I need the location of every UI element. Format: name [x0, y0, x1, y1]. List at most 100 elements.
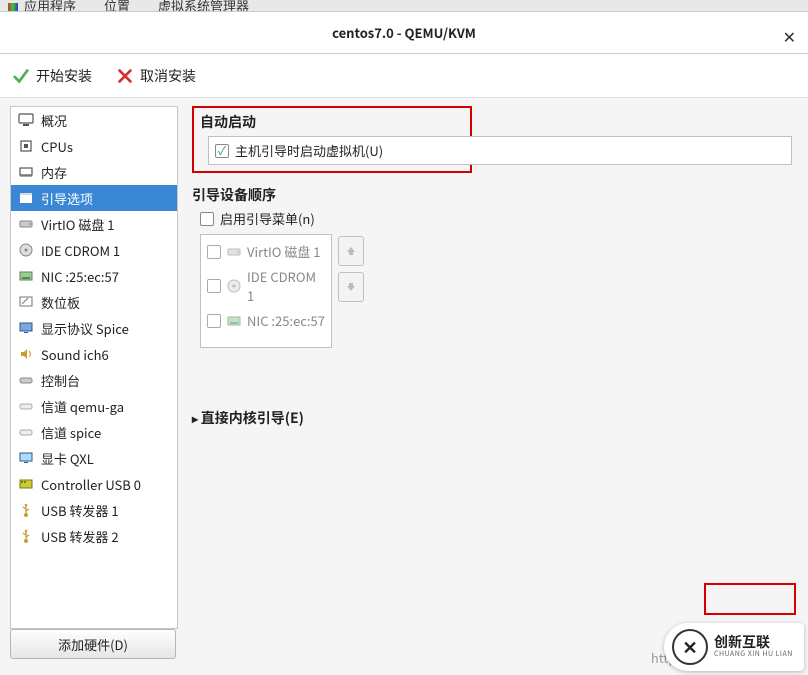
- boot-list-wrap: VirtIO 磁盘 1 IDE CDROM 1 NIC :25:ec:57: [200, 234, 794, 348]
- autostart-highlight: 自动启动 主机引导时启动虚拟机(U): [192, 106, 472, 173]
- sidebar-item-label: Controller USB 0: [41, 475, 141, 494]
- sidebar-item-5[interactable]: IDE CDROM 1: [11, 237, 177, 263]
- enable-boot-menu-row[interactable]: 启用引导菜单(n): [200, 209, 794, 228]
- sidebar-item-label: 显卡 QXL: [41, 449, 94, 468]
- sidebar-item-10[interactable]: 控制台: [11, 367, 177, 393]
- sidebar-item-label: 信道 qemu-ga: [41, 397, 124, 416]
- sidebar-item-3[interactable]: 引导选项: [11, 185, 177, 211]
- cancel-install-label: 取消安装: [140, 66, 196, 86]
- channel-icon: [17, 397, 35, 415]
- cdrom-icon: [225, 277, 243, 295]
- window-title-bar: centos7.0 - QEMU/KVM ✕: [0, 12, 808, 54]
- memory-icon: [17, 163, 35, 181]
- top-menu-bar: 应用程序 位置 虚拟系统管理器: [0, 0, 808, 12]
- autostart-label: 主机引导时启动虚拟机(U): [235, 141, 383, 160]
- sidebar-item-label: VirtIO 磁盘 1: [41, 215, 115, 234]
- disk-icon: [225, 243, 243, 261]
- usb-icon: [17, 501, 35, 519]
- sidebar-item-label: IDE CDROM 1: [41, 241, 120, 260]
- channel-icon: [17, 423, 35, 441]
- boot-item-0[interactable]: VirtIO 磁盘 1: [205, 239, 327, 264]
- enable-boot-menu-checkbox[interactable]: [200, 212, 214, 226]
- close-icon[interactable]: ✕: [783, 24, 796, 48]
- autostart-row[interactable]: 主机引导时启动虚拟机(U): [208, 136, 792, 165]
- boot-order-title: 引导设备顺序: [192, 185, 794, 205]
- disk-icon: [17, 215, 35, 233]
- boot-item-label: NIC :25:ec:57: [247, 311, 325, 330]
- tablet-icon: [17, 293, 35, 311]
- enable-boot-menu-label: 启用引导菜单(n): [220, 209, 315, 228]
- autostart-checkbox[interactable]: [215, 144, 229, 158]
- boot-item-2[interactable]: NIC :25:ec:57: [205, 308, 327, 333]
- direct-kernel-boot-expander[interactable]: 直接内核引导(E): [192, 408, 794, 428]
- main-area: 概况 CPUs 内存引导选项 VirtIO 磁盘 1 IDE CDROM 1 NIC :2…: [0, 98, 808, 629]
- sidebar-item-14[interactable]: Controller USB 0: [11, 471, 177, 497]
- sidebar-item-15[interactable]: USB 转发器 1: [11, 497, 177, 523]
- cancel-icon: [116, 67, 134, 85]
- boot-item-checkbox[interactable]: [207, 245, 221, 259]
- move-up-button[interactable]: [338, 236, 364, 266]
- sidebar-item-11[interactable]: 信道 qemu-ga: [11, 393, 177, 419]
- sidebar: 概况 CPUs 内存引导选项 VirtIO 磁盘 1 IDE CDROM 1 NIC :2…: [10, 106, 178, 629]
- watermark-sub: CHUANG XIN HU LIAN: [714, 649, 793, 659]
- menu-location[interactable]: 位置: [104, 0, 130, 12]
- sidebar-item-9[interactable]: Sound ich6: [11, 341, 177, 367]
- autostart-title: 自动启动: [200, 112, 464, 132]
- sidebar-item-label: CPUs: [41, 137, 73, 156]
- watermark-text: 创新互联: [714, 635, 793, 649]
- begin-install-button[interactable]: 开始安装: [12, 66, 92, 86]
- sidebar-item-4[interactable]: VirtIO 磁盘 1: [11, 211, 177, 237]
- sidebar-item-16[interactable]: USB 转发器 2: [11, 523, 177, 549]
- boot-icon: [17, 189, 35, 207]
- sidebar-item-6[interactable]: NIC :25:ec:57: [11, 263, 177, 289]
- sidebar-item-0[interactable]: 概况: [11, 107, 177, 133]
- sidebar-item-label: 引导选项: [41, 189, 93, 208]
- begin-install-label: 开始安装: [36, 66, 92, 86]
- monitor-icon: [17, 111, 35, 129]
- display-icon: [17, 319, 35, 337]
- content-pane: 自动启动 主机引导时启动虚拟机(U) 引导设备顺序 启用引导菜单(n) Virt…: [178, 98, 808, 629]
- check-icon: [12, 67, 30, 85]
- sidebar-item-label: USB 转发器 2: [41, 527, 119, 546]
- sidebar-item-label: 概况: [41, 111, 67, 130]
- sidebar-item-label: 信道 spice: [41, 423, 101, 442]
- watermark-icon: ✕: [672, 629, 708, 665]
- sidebar-item-12[interactable]: 信道 spice: [11, 419, 177, 445]
- boot-item-label: VirtIO 磁盘 1: [247, 242, 321, 261]
- add-hardware-button[interactable]: 添加硬件(D): [10, 629, 176, 659]
- sidebar-item-label: USB 转发器 1: [41, 501, 119, 520]
- nic-icon: [225, 312, 243, 330]
- cpu-icon: [17, 137, 35, 155]
- menu-vmm[interactable]: 虚拟系统管理器: [158, 0, 249, 12]
- sidebar-item-13[interactable]: 显卡 QXL: [11, 445, 177, 471]
- toolbar: 开始安装 取消安装: [0, 54, 808, 98]
- sidebar-item-label: 控制台: [41, 371, 80, 390]
- sidebar-item-label: 显示协议 Spice: [41, 319, 129, 338]
- sidebar-item-7[interactable]: 数位板: [11, 289, 177, 315]
- boot-item-checkbox[interactable]: [207, 314, 221, 328]
- sidebar-item-1[interactable]: CPUs: [11, 133, 177, 159]
- boot-arrows: [338, 234, 364, 348]
- cancel-install-button[interactable]: 取消安装: [116, 66, 196, 86]
- boot-item-label: IDE CDROM 1: [247, 267, 325, 305]
- sound-icon: [17, 345, 35, 363]
- boot-device-list[interactable]: VirtIO 磁盘 1 IDE CDROM 1 NIC :25:ec:57: [200, 234, 332, 348]
- window-title: centos7.0 - QEMU/KVM: [332, 23, 476, 42]
- watermark-badge: ✕ 创新互联 CHUANG XIN HU LIAN: [664, 623, 804, 671]
- move-down-button[interactable]: [338, 272, 364, 302]
- console-icon: [17, 371, 35, 389]
- sidebar-item-2[interactable]: 内存: [11, 159, 177, 185]
- sidebar-item-8[interactable]: 显示协议 Spice: [11, 315, 177, 341]
- sidebar-item-label: 内存: [41, 163, 67, 182]
- video-icon: [17, 449, 35, 467]
- boot-item-1[interactable]: IDE CDROM 1: [205, 264, 327, 308]
- sidebar-item-label: Sound ich6: [41, 345, 109, 364]
- sidebar-item-label: 数位板: [41, 293, 80, 312]
- menu-apps[interactable]: 应用程序: [8, 0, 76, 12]
- sidebar-item-label: NIC :25:ec:57: [41, 267, 119, 286]
- nic-icon: [17, 267, 35, 285]
- controller-icon: [17, 475, 35, 493]
- cdrom-icon: [17, 241, 35, 259]
- boot-item-checkbox[interactable]: [207, 279, 221, 293]
- usb-icon: [17, 527, 35, 545]
